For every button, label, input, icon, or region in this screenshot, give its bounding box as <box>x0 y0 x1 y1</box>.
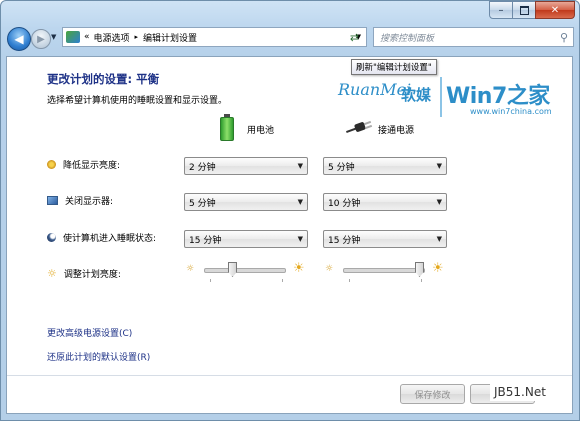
brightness-high-icon: ☀ <box>432 261 444 276</box>
chevron-down-icon: ▼ <box>436 198 442 206</box>
monitor-icon <box>47 196 58 205</box>
chevron-down-icon: ▼ <box>297 235 303 243</box>
maximize-button[interactable] <box>512 1 536 19</box>
plugged-column-header: 接通电源 <box>378 126 415 136</box>
ruanmei-logo-cn: 软媒 <box>401 86 432 104</box>
dim-display-battery-select[interactable]: 2 分钟 ▼ <box>184 157 308 175</box>
refresh-button[interactable]: ⇄ <box>345 29 364 45</box>
battery-icon <box>220 114 234 141</box>
footer-divider <box>7 375 572 376</box>
brightness-low-icon: ☼ <box>325 264 334 274</box>
back-arrow-icon: ◀ <box>14 32 24 46</box>
control-panel-icon <box>66 31 80 43</box>
search-icon[interactable]: ⚲ <box>560 31 568 44</box>
back-button[interactable]: ◀ <box>7 27 31 51</box>
recent-pages-dropdown-icon[interactable]: ▼ <box>51 33 56 41</box>
turn-off-display-battery-value: 5 分钟 <box>189 198 216 209</box>
chevron-down-icon: ▼ <box>436 235 442 243</box>
brightness-plugged-track[interactable] <box>343 268 425 273</box>
win7china-logo: Win7之家 <box>446 84 550 109</box>
slider-tick <box>349 279 350 282</box>
breadcrumb-separator[interactable]: ▸ <box>135 33 139 41</box>
brightness-high-icon: ☀ <box>293 261 305 276</box>
turn-off-display-battery-select[interactable]: 5 分钟 ▼ <box>184 193 308 211</box>
breadcrumb-edit-plan[interactable]: 编辑计划设置 <box>143 31 197 44</box>
sleep-label: 使计算机进入睡眠状态: <box>63 234 157 244</box>
dim-display-battery-value: 2 分钟 <box>189 162 216 173</box>
turn-off-display-plugged-select[interactable]: 10 分钟 ▼ <box>323 193 447 211</box>
brightness-battery-track[interactable] <box>204 268 286 273</box>
dim-display-label: 降低显示亮度: <box>63 161 121 171</box>
dim-display-icon <box>47 160 56 169</box>
power-plug-icon <box>346 120 373 134</box>
refresh-icon: ⇄ <box>349 30 360 44</box>
breadcrumb-overflow[interactable]: « <box>84 32 90 42</box>
dim-display-plugged-select[interactable]: 5 分钟 ▼ <box>323 157 447 175</box>
row-dim-display: 降低显示亮度: <box>47 158 120 171</box>
breadcrumb-power-options[interactable]: 电源选项 <box>94 31 130 44</box>
forward-button[interactable]: ▶ <box>31 29 51 49</box>
dim-display-plugged-value: 5 分钟 <box>328 162 355 173</box>
chevron-down-icon: ▼ <box>297 162 303 170</box>
page-subtitle: 选择希望计算机使用的睡眠设置和显示设置。 <box>47 96 228 106</box>
search-input[interactable]: 搜索控制面板 <box>374 31 560 44</box>
sleep-battery-value: 15 分钟 <box>189 235 222 246</box>
close-icon: ✕ <box>550 4 560 16</box>
row-brightness: ☼ 调整计划亮度: <box>47 267 121 280</box>
forward-arrow-icon: ▶ <box>37 33 45 45</box>
logo-divider <box>440 77 442 117</box>
page-title: 更改计划的设置: 平衡 <box>47 72 160 86</box>
sleep-battery-select[interactable]: 15 分钟 ▼ <box>184 230 308 248</box>
battery-column-header: 用电池 <box>247 126 275 136</box>
turn-off-display-plugged-value: 10 分钟 <box>328 198 361 209</box>
brightness-sun-icon: ☼ <box>47 267 57 280</box>
refresh-tooltip: 刷新"编辑计划设置" <box>351 59 437 75</box>
slider-tick <box>282 279 283 282</box>
sleep-plugged-value: 15 分钟 <box>328 235 361 246</box>
close-button[interactable]: ✕ <box>535 1 575 19</box>
win7china-url: www.win7china.com <box>470 107 552 116</box>
minimize-icon: – <box>498 4 504 16</box>
slider-tick <box>210 279 211 282</box>
brightness-label: 调整计划亮度: <box>63 270 121 280</box>
sleep-plugged-select[interactable]: 15 分钟 ▼ <box>323 230 447 248</box>
save-changes-button[interactable]: 保存修改 <box>400 384 465 404</box>
chevron-down-icon: ▼ <box>436 162 442 170</box>
advanced-power-settings-link[interactable]: 更改高级电源设置(C) <box>47 326 132 339</box>
jb51-watermark: JB51.Net <box>490 383 550 401</box>
chevron-down-icon: ▼ <box>297 198 303 206</box>
sleep-moon-icon <box>47 233 56 242</box>
search-box[interactable]: 搜索控制面板 ⚲ <box>373 27 574 47</box>
restore-defaults-link[interactable]: 还原此计划的默认设置(R) <box>47 350 150 363</box>
minimize-button[interactable]: – <box>489 1 513 19</box>
turn-off-display-label: 关闭显示器: <box>65 197 114 207</box>
slider-tick <box>421 279 422 282</box>
row-sleep: 使计算机进入睡眠状态: <box>47 231 156 244</box>
row-turn-off-display: 关闭显示器: <box>47 194 113 207</box>
maximize-icon <box>519 5 529 15</box>
brightness-low-icon: ☼ <box>186 264 195 274</box>
address-bar[interactable]: « 电源选项 ▸ 编辑计划设置 ▼ <box>62 27 367 47</box>
